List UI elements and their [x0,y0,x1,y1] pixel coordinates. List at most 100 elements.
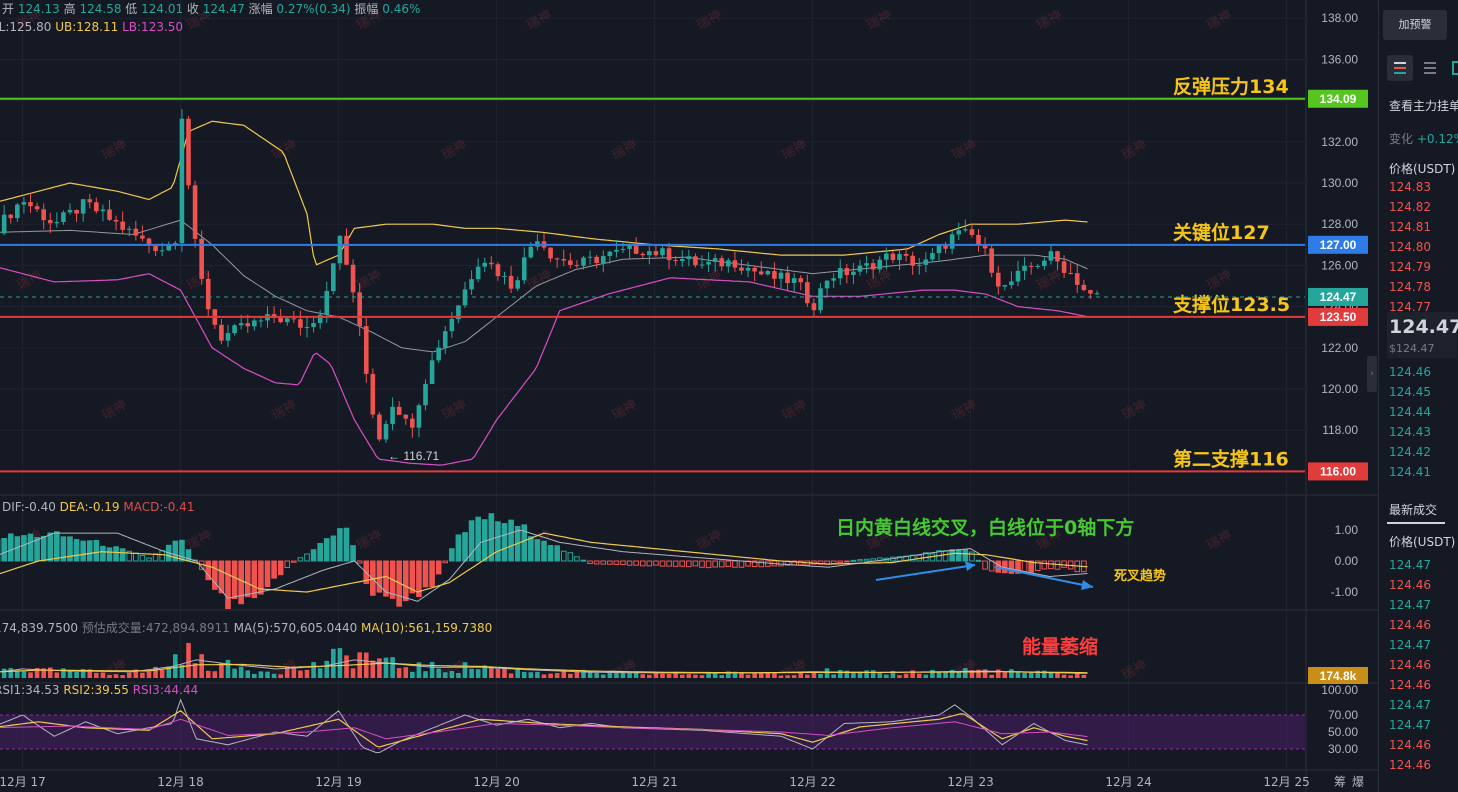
candle-body [693,256,698,266]
orderbook-list-icon[interactable] [1417,55,1443,81]
price-header: 价格(USDT) [1389,162,1456,176]
add-alert-button[interactable]: 加预警 [1383,10,1447,40]
candle-body [758,271,764,275]
candle-body [660,248,665,256]
candle-body [910,255,915,266]
candle-body [80,199,86,214]
rsi-band [0,715,1305,749]
candle-body [383,423,389,440]
volume-bar [1022,672,1027,678]
orderbook-both-icon[interactable] [1387,55,1413,81]
volume-bar [660,673,665,678]
candle-body [219,324,224,341]
volume-bar [317,668,323,678]
candle-body [1002,285,1008,287]
candle-body [647,251,652,256]
volume-bar [956,672,962,678]
macd-hist-bar [580,559,587,562]
macd-hist-bar [501,523,508,562]
ask-price-row[interactable]: 124.80 [1389,237,1431,257]
volume-bar [693,674,698,678]
candle-body [574,264,580,266]
x-tick-label: 12月 22 [789,775,835,789]
trade-price-row[interactable]: 124.46 [1389,575,1431,595]
volume-bar [311,662,316,678]
volume-bar [824,668,830,678]
volume-bar [811,672,817,678]
ask-price-row[interactable]: 124.81 [1389,217,1431,237]
ask-price-row[interactable]: 124.79 [1389,257,1431,277]
trade-price-row[interactable]: 124.46 [1389,675,1431,695]
candle-body [949,234,955,249]
trade-price-row[interactable]: 124.47 [1389,595,1431,615]
trades-tab-underline [1387,522,1445,524]
bid-price-row[interactable]: 124.44 [1389,402,1431,422]
trade-price-row[interactable]: 124.46 [1389,755,1431,775]
candle-body [640,253,646,256]
candle-body [936,245,942,254]
bid-price-row[interactable]: 124.46 [1389,362,1431,382]
volume-bar [265,671,270,678]
x-tick-label: 12月 23 [947,775,993,789]
macd-hist-bar [330,535,337,562]
macd-hist-bar [547,545,554,562]
trade-price-row[interactable]: 124.46 [1389,735,1431,755]
macd-hist-bar [119,548,126,562]
candle-body [304,327,310,329]
macd-hist-bar [27,533,34,562]
volume-bar [936,672,942,678]
ohlc-label: 开 [2,2,18,16]
candle-body [337,235,343,264]
level-tag-key_level: 127.00 [1320,238,1357,252]
ask-price-row[interactable]: 124.78 [1389,277,1431,297]
volume-legend-item: 174,839.7500 [0,621,82,635]
main-orders-link[interactable]: 查看主力挂单 [1389,97,1458,114]
trade-price-row[interactable]: 124.47 [1389,715,1431,735]
volume-bar [653,672,659,678]
trade-price-row[interactable]: 124.46 [1389,615,1431,635]
volume-bar [521,671,527,678]
trade-price-row[interactable]: 124.47 [1389,555,1431,575]
bid-price-row[interactable]: 124.45 [1389,382,1431,402]
x-axis-extra-label: 筹 [1334,775,1346,789]
bid-price-row[interactable]: 124.43 [1389,422,1431,442]
volume-bar [864,670,869,678]
price-tick-label: 130.00 [1321,176,1358,190]
ask-price-row[interactable]: 124.82 [1389,197,1431,217]
macd-hist-bar [350,545,356,562]
bid-price-row[interactable]: 124.41 [1389,462,1431,482]
volume-bar [212,671,218,678]
candle-body [884,253,889,260]
candle-body [620,248,626,250]
ask-price-row[interactable]: 124.83 [1389,177,1431,197]
candle-body [140,235,145,239]
candle-body [120,221,125,230]
price-chart[interactable]: 138.00136.00134.00132.00130.00128.00126.… [0,0,1378,792]
volume-bar [574,671,580,678]
candle-body [811,303,817,311]
candle-body [153,245,158,252]
trade-price-row[interactable]: 124.47 [1389,695,1431,715]
volume-bar [1028,672,1034,678]
orderbook-bids-icon[interactable] [1447,55,1458,81]
candle-body [436,347,441,361]
level-label-rebound_resistance: 反弹压力134 [1173,75,1289,98]
candle-body [752,267,757,272]
volume-bar [594,672,599,678]
volume-bar [548,673,553,678]
candle-body [864,263,869,266]
candle-body [857,265,863,272]
macd-tick-label: 1.00 [1335,523,1359,537]
candle-body [1048,251,1054,261]
macd-hist-bar [435,560,442,575]
candle-body [614,249,619,252]
volume-bar [528,672,534,678]
collapse-panel-handle[interactable]: › [1367,356,1377,392]
trade-price-row[interactable]: 124.46 [1389,655,1431,675]
trades-title[interactable]: 最新成交 [1389,501,1437,518]
bid-price-row[interactable]: 124.42 [1389,442,1431,462]
trade-price-row[interactable]: 124.47 [1389,635,1431,655]
macd-hist-bar [429,560,435,588]
candle-body [1015,270,1021,282]
volume-bar [383,657,389,678]
